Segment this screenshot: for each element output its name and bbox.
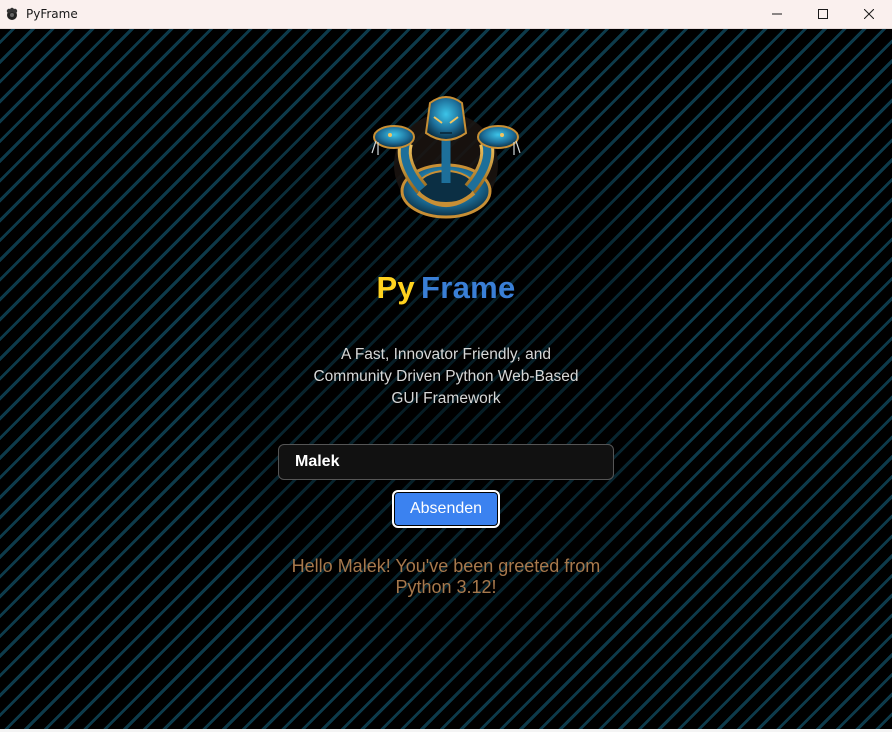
app-window: PyFrame Py Frame A Fast, Innovator Frien… (0, 0, 892, 732)
close-button[interactable] (846, 0, 892, 29)
close-icon (864, 9, 874, 19)
tagline-line-3: GUI Framework (391, 390, 501, 407)
brand-title-py: Py (376, 270, 415, 305)
submit-button[interactable]: Absenden (392, 490, 500, 528)
minimize-button[interactable] (754, 0, 800, 29)
maximize-button[interactable] (800, 0, 846, 29)
minimize-icon (772, 13, 782, 15)
maximize-icon (818, 9, 828, 19)
three-headed-snake-logo (371, 96, 521, 219)
title-bar[interactable]: PyFrame (0, 0, 892, 29)
tagline-line-1: A Fast, Innovator Friendly, and (341, 346, 551, 363)
window-title: PyFrame (26, 7, 78, 21)
brand-title-frame: Frame (420, 270, 516, 305)
brand-title: Py Frame (0, 270, 892, 306)
greeting-message: Hello Malek! You've been greeted from Py… (276, 556, 616, 598)
name-input[interactable] (278, 444, 614, 480)
tagline: A Fast, Innovator Friendly, and Communit… (296, 344, 596, 410)
tagline-line-2: Community Driven Python Web-Based (313, 368, 579, 385)
greeting-line-1: Hello Malek! You've been greeted from (291, 556, 601, 576)
greeting-line-2: Python 3.12! (395, 577, 497, 597)
pyframe-app-icon (4, 6, 20, 22)
